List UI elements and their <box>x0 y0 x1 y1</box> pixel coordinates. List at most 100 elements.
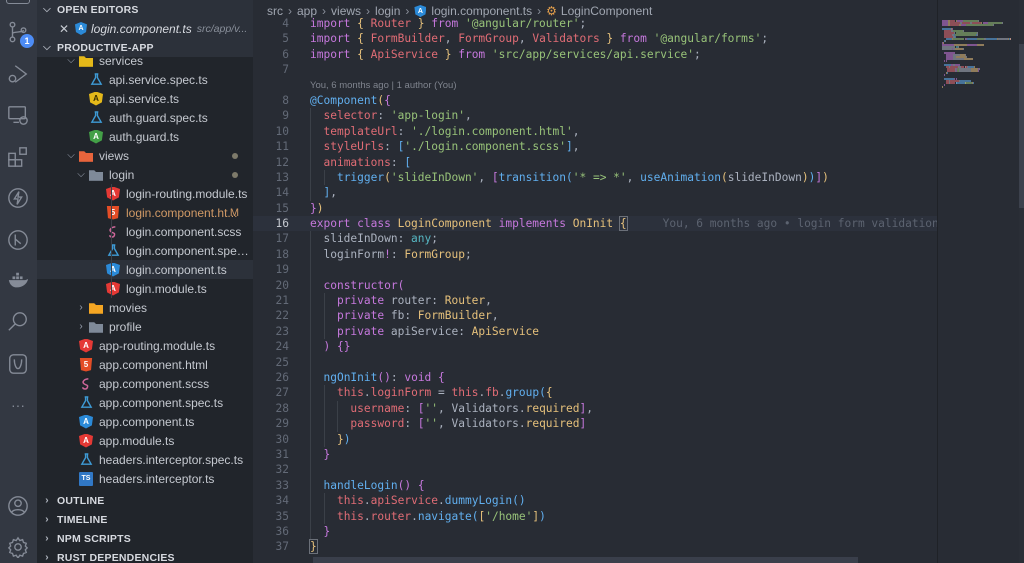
open-editor-item[interactable]: ✕ A login.component.ts src/app/v... <box>37 19 253 38</box>
code-line[interactable]: 12 animations: [ <box>253 154 937 170</box>
code-token: from <box>451 47 492 61</box>
code-token: , <box>464 109 472 123</box>
tree-folder[interactable]: ⌵ services <box>37 51 253 70</box>
section-rust-dependencies[interactable]: › RUST DEPENDENCIES <box>37 548 253 563</box>
code-token: './login.component.html' <box>411 124 573 138</box>
search-icon[interactable] <box>6 310 30 334</box>
minimap-token <box>986 38 997 40</box>
code-line[interactable]: 22 private fb: FormBuilder, <box>253 308 937 324</box>
code-line[interactable]: 20 constructor( <box>253 277 937 294</box>
horizontal-scrollbar[interactable] <box>313 557 858 563</box>
gitlens-icon[interactable] <box>6 228 30 252</box>
tree-file[interactable]: login.component.spec.ts <box>37 241 253 260</box>
code-editor[interactable]: src › app › views › login › A login.componen… <box>253 0 937 563</box>
code-token: , <box>626 170 641 184</box>
code-token: private <box>336 294 391 308</box>
section-npm-scripts[interactable]: › NPM SCRIPTS <box>37 529 253 548</box>
code-line[interactable]: 26 ngOnInit(): void { <box>253 369 937 386</box>
minimap[interactable] <box>937 0 1019 563</box>
scrollbar-thumb[interactable] <box>1019 44 1024 208</box>
code-area[interactable]: 4 import { Router } from '@angular/router… <box>253 16 937 555</box>
tree-file[interactable]: app.component.spec.ts <box>37 393 253 412</box>
code-line[interactable]: 24 ) {} <box>253 339 937 355</box>
code-line[interactable]: 25 <box>253 354 937 370</box>
code-line[interactable]: 37} <box>253 539 937 555</box>
tree-folder[interactable]: › profile <box>37 317 253 336</box>
tree-folder[interactable]: ⌵ login <box>37 165 253 184</box>
close-icon[interactable]: ✕ <box>59 22 73 36</box>
code-line[interactable]: 18 loginForm!: FormGroup; <box>253 246 937 263</box>
tree-file[interactable]: 5 app.component.html <box>37 355 253 374</box>
code-line[interactable]: 17 slideInDown: any; <box>253 231 937 247</box>
source-control-icon[interactable]: 1 <box>6 20 34 48</box>
section-timeline[interactable]: › TIMELINE <box>37 510 253 529</box>
tree-file[interactable]: login.component.scss <box>37 222 253 241</box>
codelens-blame[interactable]: You, 6 months ago | 1 author (You) <box>253 78 937 93</box>
code-line[interactable]: 29 password: ['', Validators.required] <box>253 416 937 432</box>
code-token: fb <box>485 386 499 400</box>
code-line[interactable]: 13 trigger('slideInDown', [transition('*… <box>253 169 937 186</box>
tree-file[interactable]: Alogin-routing.module.ts <box>37 184 253 203</box>
code-line[interactable]: 31 } <box>253 446 937 463</box>
code-line[interactable]: 32 <box>253 462 937 478</box>
code-line[interactable]: 33 handleLogin() { <box>253 477 937 494</box>
code-line[interactable]: 21 private router: Router, <box>253 293 937 309</box>
code-line[interactable]: 30 }) <box>253 431 937 447</box>
extensions-icon[interactable] <box>6 145 30 169</box>
tree-folder[interactable]: › movies <box>37 298 253 317</box>
thunder-client-icon[interactable] <box>6 186 30 210</box>
code-token: ; <box>579 17 587 30</box>
minimap-token <box>956 82 964 84</box>
tree-file[interactable]: 5 login.component.ht... M <box>37 203 253 222</box>
indent-guide <box>111 184 112 298</box>
run-debug-icon[interactable] <box>6 62 30 86</box>
code-line[interactable]: 9 selector: 'app-login', <box>253 108 937 124</box>
accounts-icon[interactable] <box>6 494 30 518</box>
code-line[interactable]: 4 import { Router } from '@angular/router… <box>253 16 937 31</box>
code-token: [ <box>491 170 499 184</box>
vertical-scrollbar[interactable] <box>1019 0 1024 563</box>
sass-file-icon <box>106 225 120 239</box>
code-line[interactable]: 23 private apiService: ApiService <box>253 323 937 340</box>
explorer-icon[interactable] <box>6 0 30 4</box>
code-line[interactable]: 35 this.router.navigate(['/home']) <box>253 508 937 524</box>
tree-file[interactable]: Aapi.service.ts <box>37 89 253 108</box>
remote-explorer-icon[interactable] <box>6 103 30 127</box>
code-line[interactable]: 14 ], <box>253 185 937 201</box>
tree-file[interactable]: Aapp.component.ts <box>37 412 253 431</box>
docker-icon[interactable] <box>6 269 30 293</box>
code-line[interactable]: 16 export class LoginComponent implements… <box>253 216 937 232</box>
tree-file[interactable]: Aauth.guard.ts <box>37 127 253 146</box>
code-line[interactable]: 19 <box>253 262 937 278</box>
code-line[interactable]: 28 username: ['', Validators.required], <box>253 400 937 417</box>
tree-file[interactable]: auth.guard.spec.ts <box>37 108 253 127</box>
tree-file[interactable]: api.service.spec.ts <box>37 70 253 89</box>
code-line[interactable]: 5 import { FormBuilder, FormGroup, Valida… <box>253 31 937 46</box>
tree-file[interactable]: Aapp.module.ts <box>37 431 253 450</box>
open-editors-header[interactable]: ⌵ OPEN EDITORS <box>37 0 253 19</box>
code-line[interactable]: 36 } <box>253 523 937 540</box>
tree-file[interactable]: Aapp-routing.module.ts <box>37 336 253 355</box>
tree-file[interactable]: headers.interceptor.spec.ts <box>37 450 253 469</box>
tree-folder[interactable]: ⌵ views <box>37 146 253 165</box>
postgres-icon[interactable] <box>6 352 30 376</box>
code-line[interactable]: 8 @Component({ <box>253 93 937 108</box>
code-line[interactable]: 27 this.loginForm = this.fb.group({ <box>253 385 937 401</box>
code-line[interactable]: 7 <box>253 62 937 77</box>
folder-icon <box>89 168 103 182</box>
section-outline[interactable]: › OUTLINE <box>37 491 253 510</box>
code-token: import <box>310 32 358 46</box>
tree-file[interactable]: Alogin.component.ts <box>37 260 253 279</box>
tree-file[interactable]: app.component.scss <box>37 374 253 393</box>
code-line[interactable]: 10 templateUrl: './login.component.html'… <box>253 123 937 140</box>
code-line[interactable]: 34 this.apiService.dummyLogin() <box>253 493 937 509</box>
more-icon[interactable]: ··· <box>6 393 30 417</box>
code-line[interactable]: 6 import { ApiService } from 'src/app/ser… <box>253 47 937 62</box>
code-line[interactable]: 11 styleUrls: ['./login.component.scss']… <box>253 139 937 155</box>
tree-file[interactable]: Alogin.module.ts <box>37 279 253 298</box>
settings-gear-icon[interactable] <box>6 535 30 559</box>
code-token: ( <box>566 170 573 184</box>
tree-file[interactable]: TS headers.interceptor.ts <box>37 469 253 488</box>
code-line[interactable]: 15}) <box>253 201 937 216</box>
